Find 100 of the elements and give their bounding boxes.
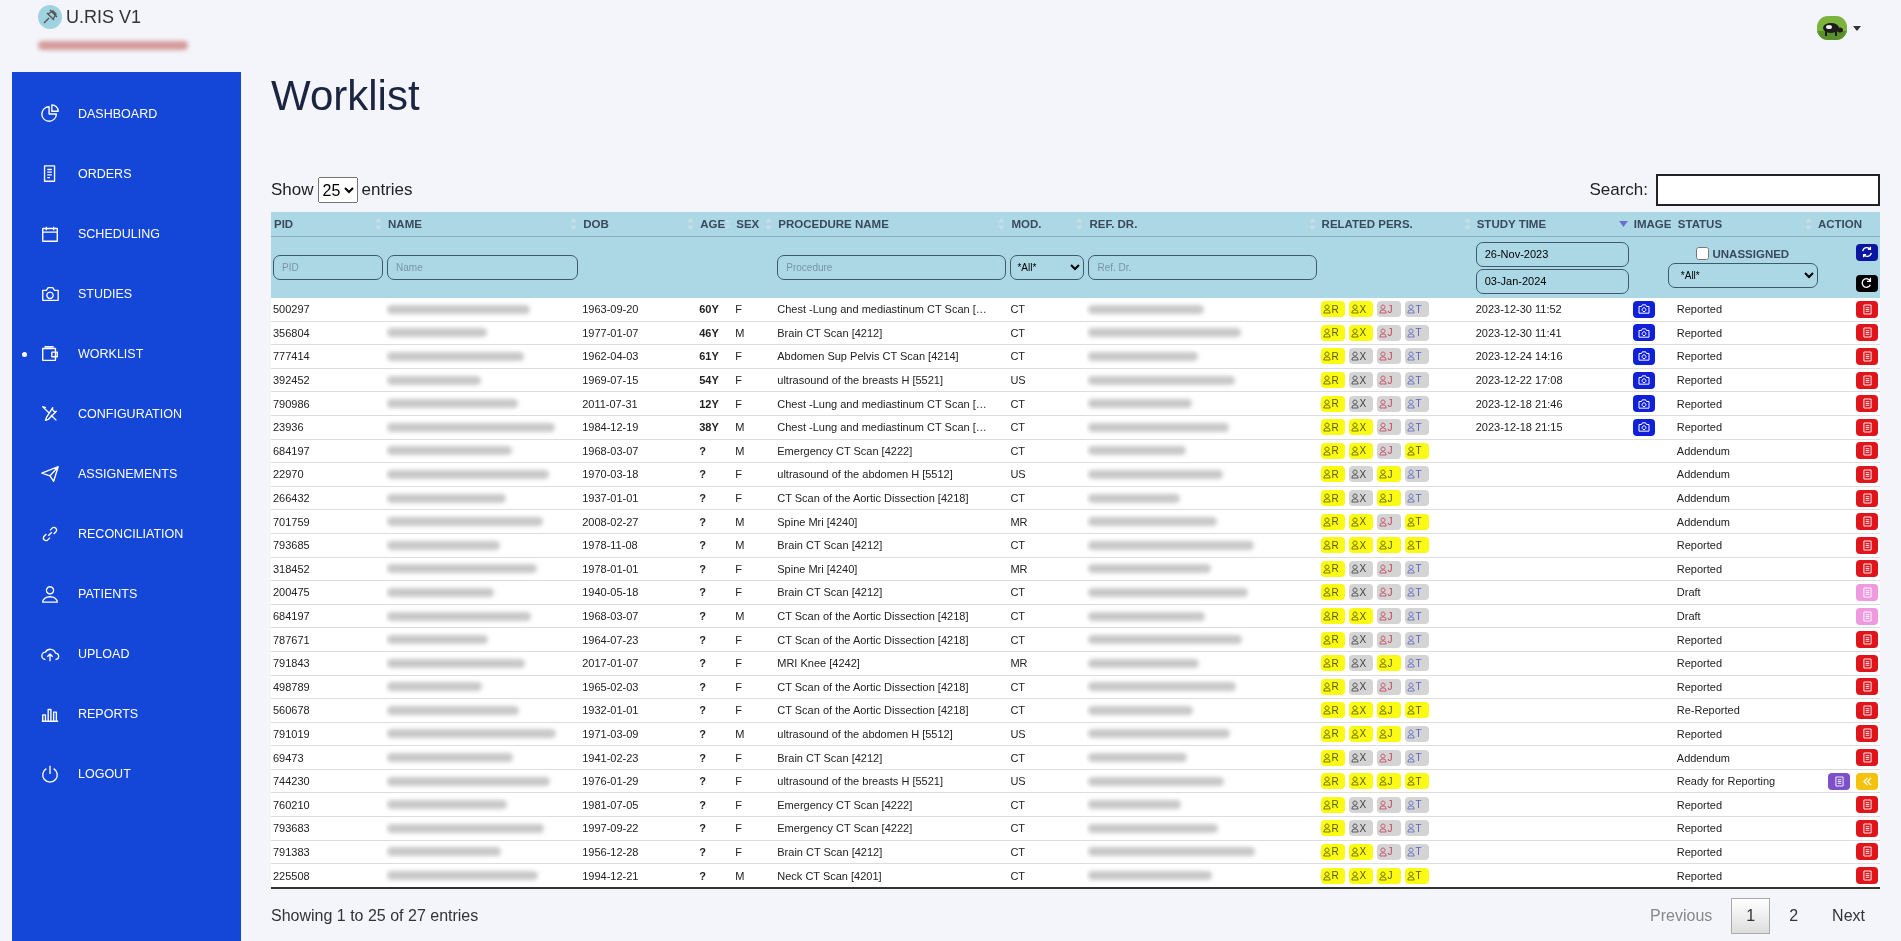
person-badge[interactable]: T [1404, 560, 1429, 577]
person-badge[interactable]: J [1376, 419, 1401, 436]
person-badge[interactable]: J [1376, 655, 1401, 672]
column-header[interactable]: STATUS [1677, 218, 1723, 230]
person-badge[interactable]: X [1348, 301, 1373, 318]
report-button[interactable] [1856, 819, 1878, 837]
person-badge[interactable]: T [1404, 867, 1429, 884]
person-badge[interactable]: J [1376, 513, 1401, 530]
person-badge[interactable]: T [1404, 584, 1429, 601]
person-badge[interactable]: T [1404, 372, 1429, 389]
page-button[interactable]: 2 [1774, 897, 1814, 934]
nav-item[interactable]: LOGOUT [12, 760, 241, 788]
person-badge[interactable]: T [1404, 324, 1429, 341]
person-badge[interactable]: J [1376, 820, 1401, 837]
image-button[interactable] [1632, 348, 1655, 365]
person-badge[interactable]: R [1320, 584, 1345, 601]
person-badge[interactable]: X [1348, 442, 1373, 459]
person-badge[interactable]: T [1404, 843, 1429, 860]
person-badge[interactable]: J [1376, 749, 1401, 766]
procedure-filter-field[interactable]: Procedure [777, 255, 1007, 280]
person-badge[interactable]: J [1376, 843, 1401, 860]
column-header[interactable]: NAME [388, 218, 422, 230]
person-badge[interactable]: X [1348, 749, 1373, 766]
report-button[interactable] [1856, 418, 1878, 436]
person-badge[interactable]: T [1404, 442, 1429, 459]
report-button[interactable] [1856, 654, 1878, 672]
pid-filter-field[interactable]: PID [273, 255, 384, 280]
person-badge[interactable]: T [1404, 537, 1429, 554]
report-button[interactable] [1828, 772, 1850, 790]
person-badge[interactable]: R [1320, 655, 1345, 672]
person-badge[interactable]: X [1348, 584, 1373, 601]
person-badge[interactable]: X [1348, 773, 1373, 790]
nav-item[interactable]: WORKLIST [12, 340, 241, 368]
image-button[interactable] [1632, 418, 1655, 436]
person-badge[interactable]: T [1404, 749, 1429, 766]
person-badge[interactable]: J [1376, 678, 1401, 695]
person-badge[interactable]: R [1320, 608, 1345, 624]
person-badge[interactable]: R [1320, 513, 1345, 530]
person-badge[interactable]: X [1348, 820, 1373, 837]
nav-item[interactable]: CONFIGURATION [12, 400, 241, 428]
report-button[interactable] [1856, 465, 1878, 483]
person-badge[interactable]: R [1320, 631, 1345, 648]
report-button[interactable] [1856, 300, 1878, 318]
person-badge[interactable]: J [1376, 442, 1401, 459]
person-badge[interactable]: R [1320, 867, 1345, 884]
person-badge[interactable]: R [1320, 372, 1345, 389]
person-badge[interactable]: J [1376, 537, 1401, 554]
person-badge[interactable]: T [1404, 702, 1429, 719]
image-button[interactable] [1632, 395, 1655, 413]
person-badge[interactable]: R [1320, 843, 1345, 860]
person-badge[interactable]: X [1348, 513, 1373, 530]
page-button[interactable]: 1 [1731, 897, 1771, 934]
person-badge[interactable]: R [1320, 442, 1345, 459]
person-badge[interactable]: R [1320, 537, 1345, 554]
caret-icon[interactable] [1853, 25, 1861, 31]
reset-button[interactable] [1856, 274, 1878, 292]
person-badge[interactable]: J [1376, 773, 1401, 790]
sort-descending-icon[interactable] [1618, 221, 1628, 227]
person-badge[interactable]: R [1320, 490, 1345, 507]
report-button[interactable] [1856, 749, 1878, 767]
next-button[interactable]: Next [1817, 897, 1880, 934]
date-to-field[interactable]: 03-Jan-2024 [1475, 268, 1629, 294]
person-badge[interactable]: X [1348, 560, 1373, 577]
report-button[interactable] [1856, 867, 1878, 885]
person-badge[interactable]: R [1320, 702, 1345, 719]
person-badge[interactable]: R [1320, 560, 1345, 577]
person-badge[interactable]: T [1404, 348, 1429, 365]
name-filter-field[interactable]: Name [387, 255, 579, 280]
report-button[interactable] [1856, 631, 1878, 649]
entries-select[interactable]: 25 [317, 177, 358, 203]
report-button[interactable] [1856, 489, 1878, 507]
person-badge[interactable]: T [1404, 466, 1429, 483]
person-badge[interactable]: J [1376, 466, 1401, 483]
nav-item[interactable]: PATIENTS [12, 580, 241, 608]
person-badge[interactable]: X [1348, 726, 1373, 742]
column-header[interactable]: REF. DR. [1089, 218, 1138, 230]
person-badge[interactable]: T [1404, 773, 1429, 790]
person-badge[interactable]: X [1348, 466, 1373, 483]
person-badge[interactable]: R [1320, 395, 1345, 412]
report-button[interactable] [1856, 442, 1878, 460]
person-badge[interactable]: J [1376, 372, 1401, 389]
person-badge[interactable]: X [1348, 678, 1373, 695]
person-badge[interactable]: J [1376, 490, 1401, 507]
person-badge[interactable]: J [1376, 867, 1401, 884]
report-button[interactable] [1856, 348, 1878, 365]
person-badge[interactable]: R [1320, 820, 1345, 837]
column-header[interactable]: MOD. [1011, 218, 1042, 230]
column-header[interactable]: DOB [583, 218, 609, 230]
report-button[interactable] [1856, 560, 1878, 578]
person-badge[interactable]: J [1376, 324, 1401, 341]
person-badge[interactable]: X [1348, 419, 1373, 436]
person-badge[interactable]: T [1404, 726, 1429, 742]
report-button[interactable] [1856, 678, 1878, 696]
report-button[interactable] [1856, 324, 1878, 342]
report-button[interactable] [1856, 371, 1878, 389]
person-badge[interactable]: X [1348, 702, 1373, 719]
person-badge[interactable]: J [1376, 348, 1401, 365]
person-badge[interactable]: R [1320, 348, 1345, 365]
nav-item[interactable]: RECONCILIATION [12, 520, 241, 548]
person-badge[interactable]: J [1376, 560, 1401, 577]
